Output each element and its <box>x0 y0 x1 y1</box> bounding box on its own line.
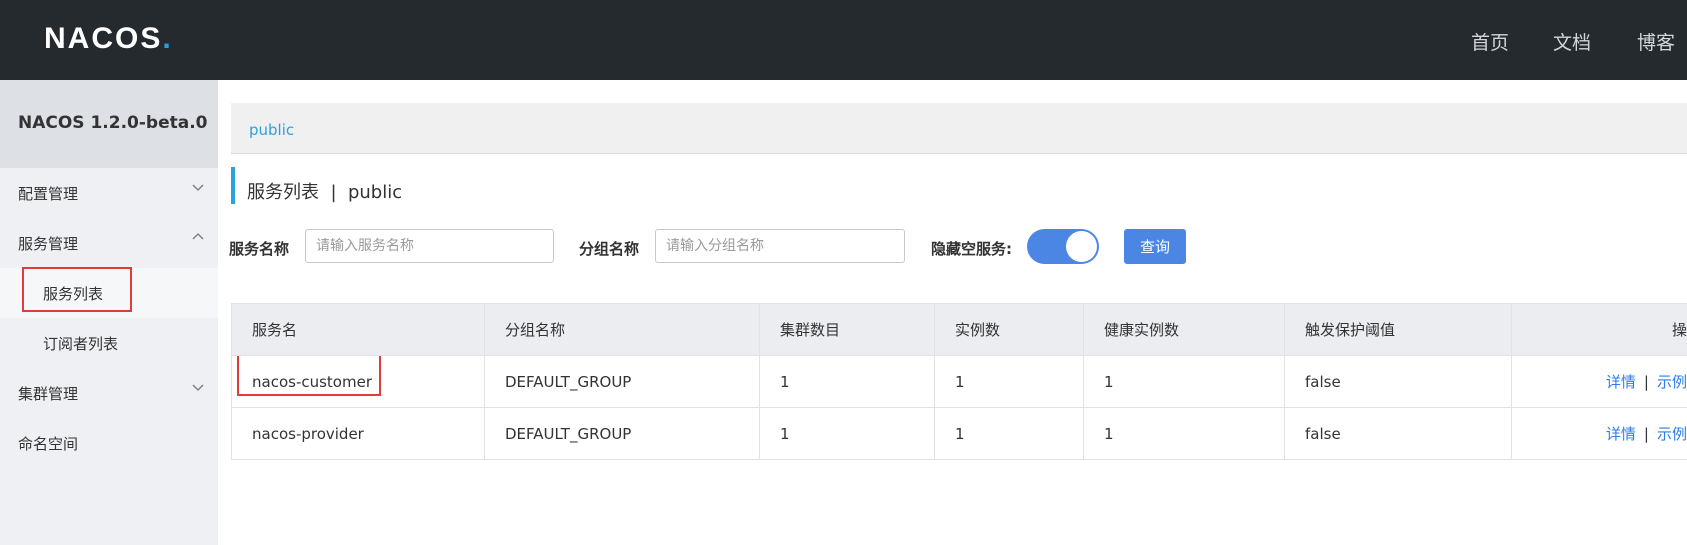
cell-group-name: DEFAULT_GROUP <box>484 355 760 408</box>
op-separator: | <box>1643 373 1649 391</box>
top-header: NACOS. 首页 文档 博客 <box>0 0 1687 80</box>
example-link[interactable]: 示例 <box>1657 373 1687 391</box>
column-header-group-name: 分组名称 <box>484 303 760 356</box>
sidebar-item-config-management[interactable]: 配置管理 <box>0 168 218 218</box>
service-name-label: 服务名称 <box>229 240 290 258</box>
sidebar-version-header: NACOS 1.2.0-beta.0 <box>0 80 218 168</box>
breadcrumb: public <box>231 103 1687 154</box>
cell-group-name: DEFAULT_GROUP <box>484 407 760 460</box>
sidebar-item-label: 订阅者列表 <box>43 335 119 353</box>
breadcrumb-namespace-link[interactable]: public <box>249 121 294 139</box>
nav-docs-link[interactable]: 文档 <box>1553 28 1591 55</box>
cell-healthy-count: 1 <box>1083 407 1285 460</box>
hide-empty-label: 隐藏空服务: <box>931 240 1012 258</box>
query-button[interactable]: 查询 <box>1124 229 1186 264</box>
chevron-down-icon <box>192 181 204 197</box>
chevron-up-icon <box>192 231 204 247</box>
nav-blog-link[interactable]: 博客 <box>1637 28 1675 55</box>
cell-cluster-count: 1 <box>759 355 935 408</box>
chevron-down-icon <box>192 381 204 397</box>
sidebar-item-cluster-management[interactable]: 集群管理 <box>0 368 218 418</box>
column-header-healthy-count: 健康实例数 <box>1083 303 1285 356</box>
op-separator: | <box>1643 425 1649 443</box>
detail-link[interactable]: 详情 <box>1606 373 1636 391</box>
version-label: NACOS 1.2.0-beta.0 <box>18 113 208 133</box>
sidebar-item-subscriber-list[interactable]: 订阅者列表 <box>0 318 218 368</box>
cell-instance-count: 1 <box>934 407 1084 460</box>
service-name-input[interactable] <box>305 229 554 263</box>
highlight-box-service-list <box>22 267 132 312</box>
logo-text: NACOS <box>44 22 163 55</box>
nacos-logo[interactable]: NACOS. <box>44 22 173 56</box>
column-header-service-name: 服务名 <box>231 303 485 356</box>
service-table: 服务名 分组名称 集群数目 实例数 健康实例数 触发保护阈值 操 nacos-c… <box>231 303 1687 460</box>
example-link[interactable]: 示例 <box>1657 425 1687 443</box>
cell-instance-count: 1 <box>934 355 1084 408</box>
title-accent-bar <box>231 167 235 204</box>
sidebar-item-label: 服务管理 <box>18 235 79 253</box>
cell-threshold: false <box>1284 355 1512 408</box>
sidebar-item-namespace[interactable]: 命名空间 <box>0 418 218 468</box>
group-name-input[interactable] <box>655 229 905 263</box>
cell-service-name: nacos-provider <box>231 407 485 460</box>
sidebar-item-service-management[interactable]: 服务管理 <box>0 218 218 268</box>
sidebar-item-label: 配置管理 <box>18 185 79 203</box>
toggle-knob <box>1066 231 1097 262</box>
hide-empty-toggle[interactable] <box>1027 229 1099 264</box>
detail-link[interactable]: 详情 <box>1606 425 1636 443</box>
sidebar: NACOS 1.2.0-beta.0 配置管理 服务管理 服务列表 订阅者列表 … <box>0 80 218 545</box>
cell-operations: 详情 | 示例 <box>1511 407 1687 460</box>
cell-service-name: nacos-customer <box>231 355 485 408</box>
page-title: 服务列表 | public <box>247 182 403 203</box>
table-header-row: 服务名 分组名称 集群数目 实例数 健康实例数 触发保护阈值 操 <box>231 303 1687 356</box>
cell-cluster-count: 1 <box>759 407 935 460</box>
cell-healthy-count: 1 <box>1083 355 1285 408</box>
table-row: nacos-customer DEFAULT_GROUP 1 1 1 false… <box>231 355 1687 408</box>
group-name-label: 分组名称 <box>579 240 640 258</box>
column-header-threshold: 触发保护阈值 <box>1284 303 1512 356</box>
nav-home-link[interactable]: 首页 <box>1471 28 1509 55</box>
column-header-operations: 操 <box>1511 303 1687 356</box>
sidebar-item-label: 集群管理 <box>18 385 79 403</box>
column-header-cluster-count: 集群数目 <box>759 303 935 356</box>
cell-operations: 详情 | 示例 <box>1511 355 1687 408</box>
logo-dot: . <box>162 22 173 55</box>
column-header-instance-count: 实例数 <box>934 303 1084 356</box>
table-row: nacos-provider DEFAULT_GROUP 1 1 1 false… <box>231 407 1687 460</box>
sidebar-item-label: 命名空间 <box>18 435 79 453</box>
cell-threshold: false <box>1284 407 1512 460</box>
